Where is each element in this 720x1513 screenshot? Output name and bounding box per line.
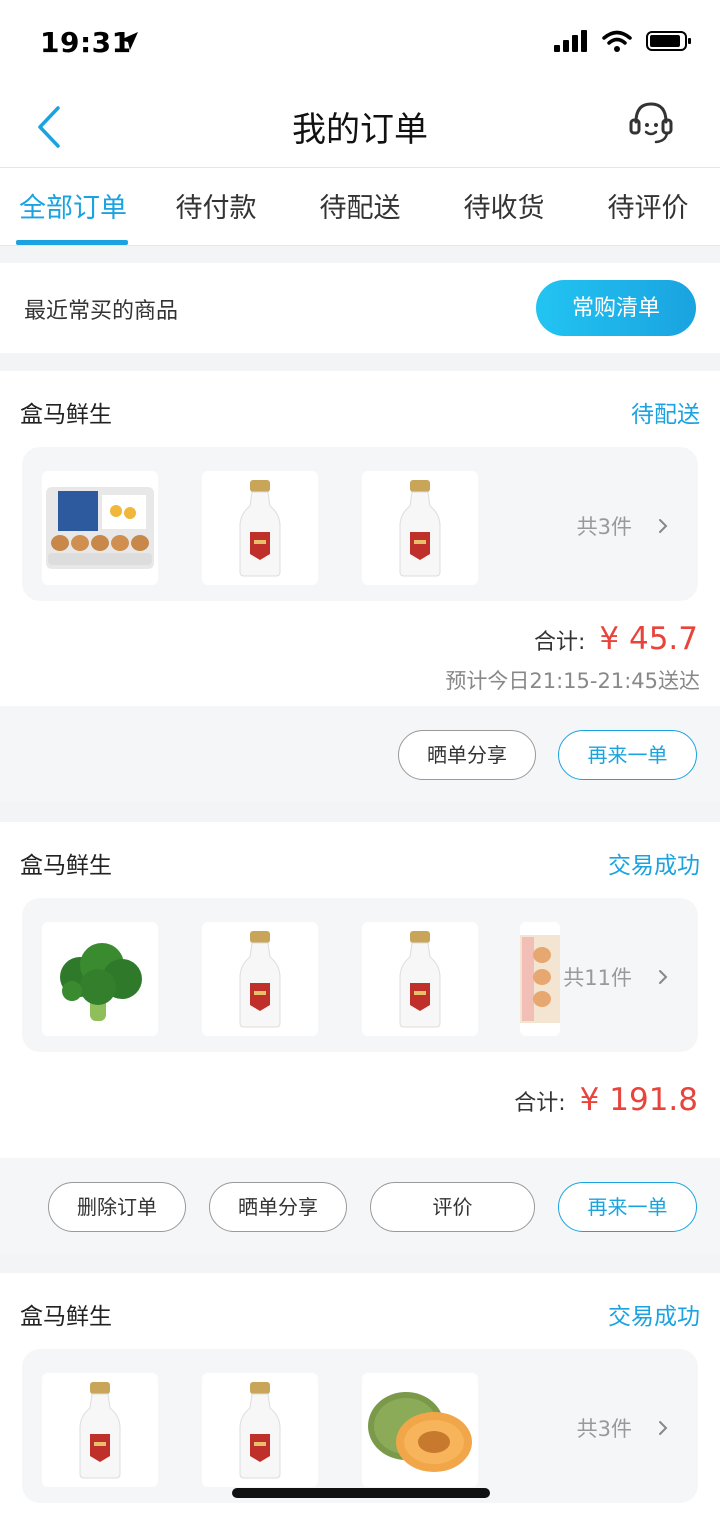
customer-service-icon[interactable] [626, 98, 676, 148]
product-thumbnail [42, 1373, 158, 1487]
total-price: ¥ 191.8 [579, 1082, 698, 1118]
product-strip[interactable]: 共11件 [22, 898, 698, 1052]
shop-name: 盒马鲜生 [20, 1304, 112, 1330]
product-thumbnail [202, 1373, 318, 1487]
product-thumbnail [362, 471, 478, 585]
share-order-button[interactable]: 晒单分享 [209, 1182, 347, 1232]
tab-all-orders[interactable]: 全部订单 [8, 186, 138, 225]
page-title: 我的订单 [292, 110, 428, 150]
shop-name: 盒马鲜生 [20, 853, 112, 879]
chevron-right-icon [659, 1421, 668, 1435]
product-strip[interactable]: 共3件 [22, 1349, 698, 1503]
milk-bottle-icon [239, 931, 281, 1028]
order-status: 交易成功 [608, 1304, 700, 1330]
product-thumbnail [362, 922, 478, 1036]
active-tab-indicator [16, 240, 128, 245]
chevron-right-icon [659, 519, 668, 533]
total-label: 合计: [533, 630, 586, 655]
product-thumbnail [42, 922, 158, 1036]
chevron-right-icon [659, 970, 668, 984]
battery-icon [646, 31, 691, 51]
tab-pending-receipt[interactable]: 待收货 [439, 186, 569, 225]
item-count-label: 共11件 [563, 966, 632, 990]
total-label: 合计: [514, 1091, 566, 1116]
order-total: 合计: ¥ 191.8 [514, 1082, 698, 1118]
review-button[interactable]: 评价 [370, 1182, 535, 1232]
item-count: 共3件 [577, 1413, 668, 1443]
recent-purchases-bar: 最近常买的商品 常购清单 [0, 263, 720, 353]
item-count: 共3件 [577, 511, 668, 541]
order-actions: 删除订单 晒单分享 评价 再来一单 [0, 1158, 720, 1254]
recent-purchases-label: 最近常买的商品 [24, 299, 179, 324]
item-count-label: 共3件 [576, 1417, 632, 1441]
wifi-icon [602, 30, 632, 52]
tab-pending-review[interactable]: 待评价 [583, 186, 713, 225]
broccoli-icon [60, 943, 142, 1021]
product-strip[interactable]: 共3件 [22, 447, 698, 601]
order-status: 待配送 [631, 402, 700, 428]
product-thumbnail [520, 922, 560, 1036]
order-total: 合计: ¥ 45.7 [534, 621, 698, 657]
order-tabs: 全部订单 待付款 待配送 待收货 待评价 [0, 168, 720, 246]
delivery-eta: 预计今日21:15-21:45送达 [445, 669, 700, 693]
product-thumbnail [202, 922, 318, 1036]
reorder-button[interactable]: 再来一单 [558, 730, 697, 780]
order-card[interactable]: 盒马鲜生 交易成功 [0, 1273, 720, 1513]
location-arrow-icon [120, 32, 138, 50]
delete-order-button[interactable]: 删除订单 [48, 1182, 186, 1232]
shop-name: 盒马鲜生 [20, 402, 112, 428]
milk-bottle-icon [399, 480, 441, 577]
item-count-label: 共3件 [576, 515, 632, 539]
order-status: 交易成功 [608, 853, 700, 879]
order-actions: 晒单分享 再来一单 [0, 706, 720, 802]
milk-bottle-icon [239, 1382, 281, 1479]
frequent-list-button[interactable]: 常购清单 [536, 280, 696, 336]
melon-icon [368, 1392, 472, 1472]
eggs-icon [46, 487, 154, 569]
product-thumbnail [202, 471, 318, 585]
milk-bottle-icon [399, 931, 441, 1028]
tab-pending-delivery[interactable]: 待配送 [295, 186, 425, 225]
reorder-button[interactable]: 再来一单 [558, 1182, 697, 1232]
order-card[interactable]: 盒马鲜生 交易成功 [0, 822, 720, 1158]
tab-pending-payment[interactable]: 待付款 [151, 186, 281, 225]
eggs-icon [520, 935, 560, 1023]
product-thumbnail [362, 1373, 478, 1487]
milk-bottle-icon [239, 480, 281, 577]
item-count: 共11件 [563, 962, 668, 992]
nav-bar: 我的订单 [0, 86, 720, 168]
product-thumbnail [42, 471, 158, 585]
share-order-button[interactable]: 晒单分享 [398, 730, 536, 780]
status-bar: 19:31 [0, 0, 720, 86]
home-indicator[interactable] [232, 1488, 490, 1498]
total-price: ¥ 45.7 [599, 621, 698, 657]
milk-bottle-icon [79, 1382, 121, 1479]
order-card[interactable]: 盒马鲜生 待配送 共3件 合计: ¥ 45.7 预计今日21:15-21:45送… [0, 371, 720, 706]
status-indicators [554, 30, 692, 52]
signal-icon [554, 30, 587, 52]
